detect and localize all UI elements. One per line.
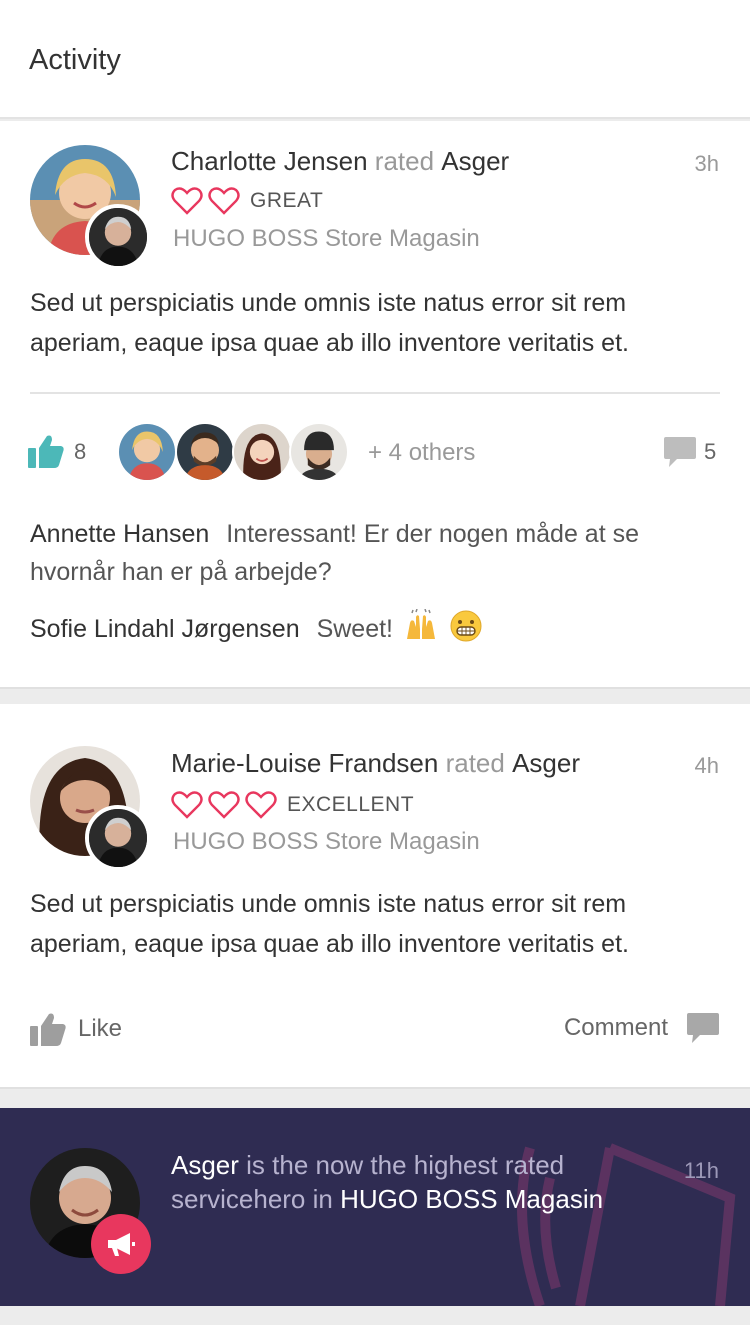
timestamp: 3h [694, 151, 719, 176]
rating-text: Sed ut perspiciatis unde omnis iste natu… [30, 289, 629, 357]
announcement-text: Asger is the now the highest rated servi… [171, 1148, 651, 1216]
heart-icon [208, 187, 240, 215]
liker-avatar[interactable] [289, 422, 349, 482]
comment-icon[interactable] [663, 436, 697, 468]
divider [30, 392, 720, 394]
verb-text: rated [374, 146, 435, 176]
actor-name[interactable]: Charlotte Jensen [171, 146, 368, 176]
raised-hands-emoji-icon [406, 609, 435, 639]
like-button[interactable]: Like [30, 1012, 122, 1046]
heart-icon [208, 791, 240, 819]
rating-label: GREAT [250, 189, 324, 212]
grinning-emoji-icon [450, 610, 482, 642]
hero-name[interactable]: Asger [171, 1150, 239, 1180]
liker-avatar[interactable] [232, 422, 292, 482]
store-name[interactable]: HUGO BOSS Store Magasin [173, 828, 480, 856]
page-title: Activity [29, 44, 121, 76]
comment-label: Comment [563, 1014, 668, 1041]
thumbs-up-icon[interactable] [28, 434, 64, 468]
announcement-card[interactable]: Asger is the now the highest rated servi… [0, 1108, 750, 1306]
rated-avatar[interactable] [85, 805, 151, 871]
activity-headline: Charlotte Jensen rated Asger [171, 146, 509, 177]
rating-text: Sed ut perspiciatis unde omnis iste natu… [30, 890, 629, 958]
megaphone-icon [108, 1233, 135, 1256]
megaphone-badge [91, 1214, 151, 1274]
liker-avatar[interactable] [117, 422, 177, 482]
target-name[interactable]: Asger [441, 146, 509, 176]
store-name[interactable]: HUGO BOSS Store Magasin [173, 225, 480, 253]
heart-icon [245, 791, 277, 819]
comment-author[interactable]: Sofie Lindahl Jørgensen [30, 615, 300, 643]
activity-card[interactable]: Marie-Louise Frandsen rated Asger 4h EXC… [0, 704, 750, 1089]
timestamp: 4h [694, 753, 719, 778]
rating-label: EXCELLENT [287, 793, 415, 816]
comment-text: Sweet! [316, 615, 394, 643]
activity-headline: Marie-Louise Frandsen rated Asger [171, 748, 580, 779]
place-name[interactable]: HUGO BOSS Magasin [340, 1184, 603, 1214]
comment-item: Annette Hansen Interessant! Er der nogen… [30, 515, 720, 591]
like-count[interactable]: 8 [74, 439, 86, 465]
like-label: Like [78, 1015, 123, 1042]
activity-card[interactable]: Charlotte Jensen rated Asger 3h GREAT HU… [0, 121, 750, 689]
verb-text: rated [445, 748, 505, 778]
timestamp: 11h [683, 1158, 719, 1183]
comment-count[interactable]: 5 [704, 439, 716, 465]
rating: EXCELLENT [171, 791, 414, 819]
rated-avatar[interactable] [85, 204, 151, 270]
app-header: Activity [0, 0, 750, 119]
heart-icon [171, 187, 203, 215]
comment-button[interactable]: Comment [564, 1012, 720, 1044]
thumbs-up-icon [30, 1013, 66, 1046]
others-count[interactable]: + 4 others [368, 439, 475, 467]
comment-author[interactable]: Annette Hansen [30, 520, 209, 548]
target-name[interactable]: Asger [512, 748, 580, 778]
rating: GREAT [171, 187, 323, 215]
actor-name[interactable]: Marie-Louise Frandsen [171, 748, 438, 778]
likes-row: 8 + 4 others 5 [0, 417, 750, 487]
comment-item: Sofie Lindahl Jørgensen Sweet! [30, 609, 720, 648]
comment-icon [687, 1013, 719, 1043]
heart-icon [171, 791, 203, 819]
liker-avatar[interactable] [175, 422, 235, 482]
